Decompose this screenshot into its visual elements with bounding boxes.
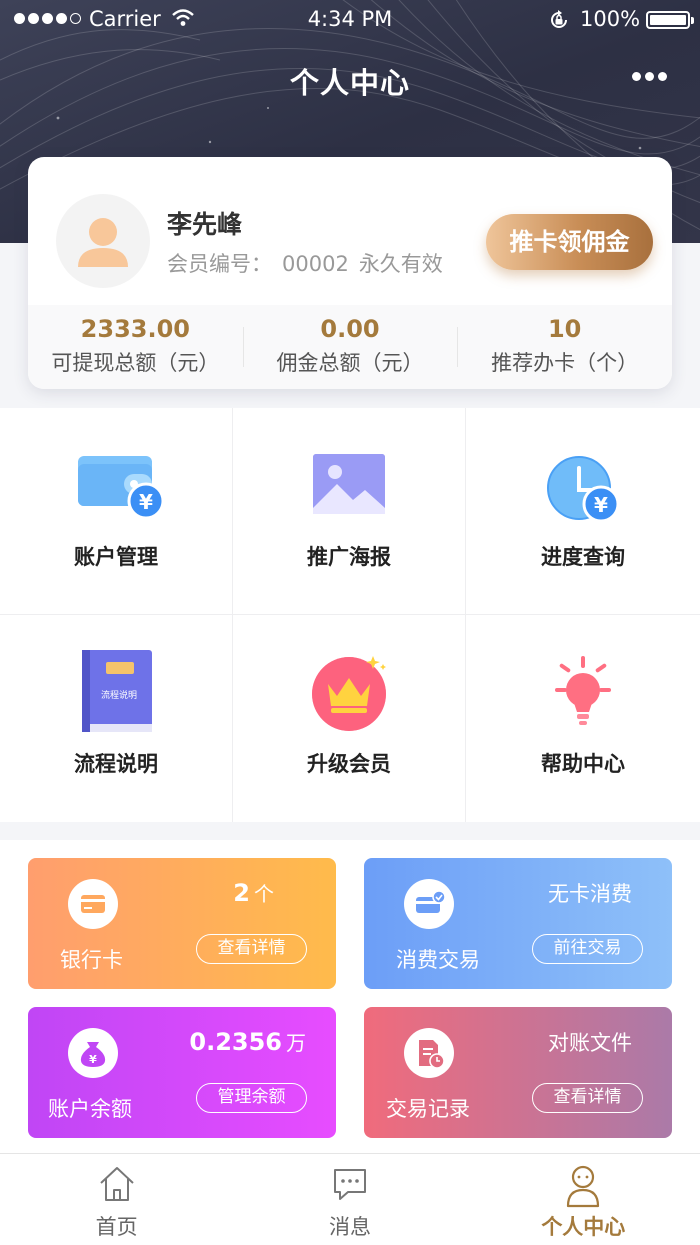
user-avatar-icon	[78, 218, 128, 267]
avatar[interactable]	[56, 194, 150, 288]
member-info: 会员编号： 00002 永久有效	[167, 248, 453, 278]
message-icon	[333, 1169, 366, 1200]
go-trade-button[interactable]: 前往交易	[532, 934, 643, 964]
card-icon	[68, 879, 118, 929]
poster-icon	[313, 454, 385, 514]
records-tile[interactable]: 交易记录 对账文件 查看详情	[364, 1007, 672, 1138]
svg-text:¥: ¥	[594, 493, 608, 517]
member-id: 00002	[282, 252, 349, 276]
battery-percent: 100%	[580, 7, 641, 31]
consume-tile[interactable]: 消费交易 无卡消费 前往交易	[364, 858, 672, 989]
tab-label: 个人中心	[541, 1215, 626, 1239]
member-validity: 永久有效	[358, 252, 443, 276]
stat-label: 推荐办卡（个）	[491, 351, 639, 375]
tab-home[interactable]: 首页	[0, 1154, 233, 1245]
member-id-label: 会员编号：	[167, 252, 272, 276]
view-details-button[interactable]: 查看详情	[196, 934, 307, 964]
menu-label: 升级会员	[307, 752, 391, 776]
tile-name: 消费交易	[396, 948, 480, 972]
manage-balance-button[interactable]: 管理余额	[196, 1083, 307, 1113]
stat-value: 10	[547, 315, 582, 343]
profile-card: 李先峰 会员编号： 00002 永久有效 推卡领佣金 2333.00 可提现总额（元…	[28, 157, 672, 389]
page-title: 个人中心	[289, 66, 410, 100]
rotation-lock-icon	[551, 10, 567, 28]
tile-value: 无卡消费	[548, 882, 632, 906]
stat-value: 2333.00	[80, 315, 190, 343]
menu-item-progress[interactable]: ¥ 进度查询	[466, 408, 700, 615]
document-clock-icon	[404, 1028, 454, 1078]
stats-row: 2333.00 可提现总额（元） 0.00 佣金总额（元） 10 推荐办卡（个）	[28, 305, 672, 389]
tab-label: 首页	[95, 1215, 138, 1239]
user-icon	[567, 1165, 600, 1208]
menu-label: 账户管理	[74, 545, 158, 569]
tab-label: 消息	[328, 1215, 371, 1239]
tab-messages[interactable]: 消息	[233, 1154, 466, 1245]
user-name: 李先峰	[167, 210, 243, 239]
tab-profile[interactable]: 个人中心	[467, 1154, 700, 1245]
recommend-card-button[interactable]: 推卡领佣金	[486, 214, 653, 270]
tile-value: 0.2356 万	[189, 1028, 306, 1056]
svg-text:¥: ¥	[89, 1053, 97, 1066]
wallet-icon: ¥	[78, 456, 164, 520]
lightbulb-icon	[555, 656, 611, 725]
tile-name: 账户余额	[48, 1097, 132, 1121]
bank-card-tile[interactable]: 银行卡 2个 查看详情	[28, 858, 336, 989]
home-icon	[99, 1167, 134, 1201]
tile-name: 银行卡	[60, 948, 123, 972]
status-bar: Carrier 4:34 PM 100%	[0, 0, 700, 40]
menu-label: 进度查询	[541, 545, 625, 569]
menu-item-upgrade[interactable]: 升级会员	[233, 615, 466, 822]
stat-value: 0.00	[320, 315, 380, 343]
menu-label: 推广海报	[307, 545, 391, 569]
menu-grid: ¥ 账户管理 推广海报 ¥ 进度查询 流程说明 流程说明 升级会员 帮助中心	[0, 408, 700, 822]
menu-item-account[interactable]: ¥ 账户管理	[0, 408, 233, 615]
crown-icon	[312, 656, 386, 731]
stat-withdrawable[interactable]: 2333.00 可提现总额（元）	[28, 305, 243, 389]
stat-referrals[interactable]: 10 推荐办卡（个）	[457, 305, 672, 389]
clock-yen-icon: ¥	[547, 456, 620, 523]
book-icon-text: 流程说明	[101, 689, 137, 701]
balance-tile[interactable]: ¥ 账户余额 0.2356 万 管理余额	[28, 1007, 336, 1138]
stat-commission[interactable]: 0.00 佣金总额（元）	[242, 305, 458, 389]
stat-label: 可提现总额（元）	[51, 351, 220, 375]
payment-card-icon	[404, 879, 454, 929]
stat-label: 佣金总额（元）	[276, 351, 424, 375]
battery-icon	[646, 11, 694, 29]
svg-text:¥: ¥	[139, 490, 153, 514]
money-bag-icon: ¥	[68, 1028, 118, 1078]
menu-item-help[interactable]: 帮助中心	[466, 615, 700, 822]
menu-label: 流程说明	[74, 752, 158, 776]
more-options-button[interactable]	[632, 72, 667, 81]
menu-item-process[interactable]: 流程说明 流程说明	[0, 615, 233, 822]
tile-value: 对账文件	[548, 1031, 632, 1055]
tab-bar: 首页 消息 个人中心	[0, 1153, 700, 1245]
view-records-button[interactable]: 查看详情	[532, 1083, 643, 1113]
menu-item-poster[interactable]: 推广海报	[233, 408, 466, 615]
feature-cards: 银行卡 2个 查看详情 消费交易 无卡消费 前往交易 ¥ 账户余额 0.2356…	[0, 840, 700, 1153]
tile-value: 2个	[233, 879, 274, 907]
menu-label: 帮助中心	[541, 752, 625, 776]
book-icon: 流程说明	[82, 650, 152, 732]
tile-name: 交易记录	[386, 1097, 470, 1121]
